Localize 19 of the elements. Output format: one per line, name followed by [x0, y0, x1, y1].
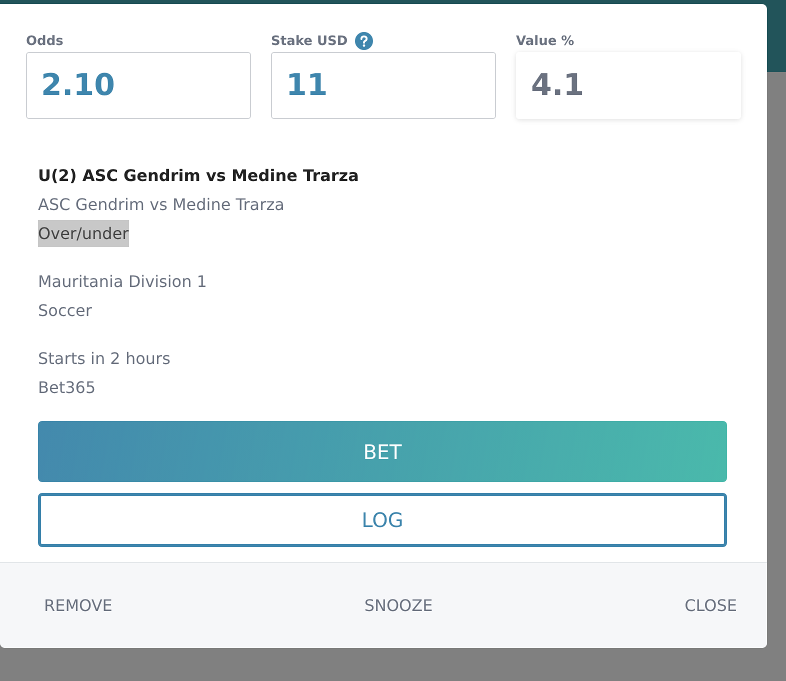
footer-button[interactable]: SNOOZE [354, 588, 443, 623]
footer-button[interactable]: REMOVE [34, 588, 122, 623]
detail-text: Soccer [38, 300, 92, 322]
field-label: Odds [26, 34, 64, 48]
detail-text: Over/under [38, 220, 129, 247]
detail-text: Starts in 2 hours [38, 348, 170, 370]
log-button[interactable]: LOG [38, 493, 727, 547]
detail-text: ASC Gendrim vs Medine Trarza [38, 194, 284, 216]
detail-text: Mauritania Division 1 [38, 271, 207, 293]
help-icon[interactable] [354, 32, 373, 50]
field-label: Value % [516, 34, 574, 48]
detail-text: Bet365 [38, 377, 96, 399]
input-field[interactable]: 11 [271, 52, 496, 119]
input-field[interactable]: 2.10 [26, 52, 251, 119]
field-label: Stake USD [271, 34, 348, 48]
footer-button[interactable]: CLOSE [674, 588, 747, 623]
bet-title: U(2) ASC Gendrim vs Medine Trarza [38, 165, 360, 187]
readonly-field[interactable]: 4.1 [516, 52, 741, 119]
bet-button[interactable]: BET [38, 421, 727, 482]
